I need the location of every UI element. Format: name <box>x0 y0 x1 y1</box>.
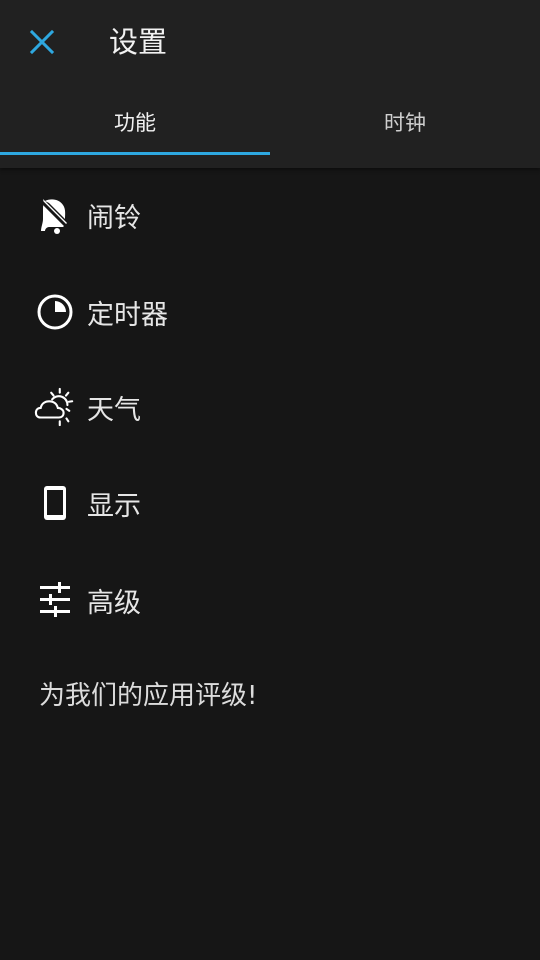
menu-label-alarm: 闹铃 <box>87 202 141 234</box>
page-title: 设置 <box>109 25 168 59</box>
app-bar: 设置 功能 时钟 <box>0 0 540 168</box>
menu-label-weather: 天气 <box>87 394 141 426</box>
weather-icon <box>34 386 76 428</box>
menu-label-timer: 定时器 <box>87 299 168 331</box>
alarm-off-icon <box>34 194 76 236</box>
tab-features[interactable]: 功能 <box>0 88 270 156</box>
menu-item-alarm[interactable]: 闹铃 <box>0 179 540 251</box>
close-icon <box>29 29 55 55</box>
sliders-icon <box>34 579 76 621</box>
menu-item-timer[interactable]: 定时器 <box>0 276 540 348</box>
tab-clock[interactable]: 时钟 <box>270 88 540 156</box>
tab-bar: 功能 时钟 <box>0 88 540 156</box>
close-button[interactable] <box>22 22 62 62</box>
menu-item-weather[interactable]: 天气 <box>0 371 540 443</box>
rate-app-link[interactable]: 为我们的应用评级! <box>39 676 257 716</box>
tab-indicator <box>0 152 270 155</box>
menu-label-display: 显示 <box>87 490 141 522</box>
timer-icon <box>34 291 76 333</box>
menu-item-advanced[interactable]: 高级 <box>0 564 540 636</box>
phone-icon <box>34 482 76 524</box>
menu-item-display[interactable]: 显示 <box>0 467 540 539</box>
menu-label-advanced: 高级 <box>87 587 141 619</box>
